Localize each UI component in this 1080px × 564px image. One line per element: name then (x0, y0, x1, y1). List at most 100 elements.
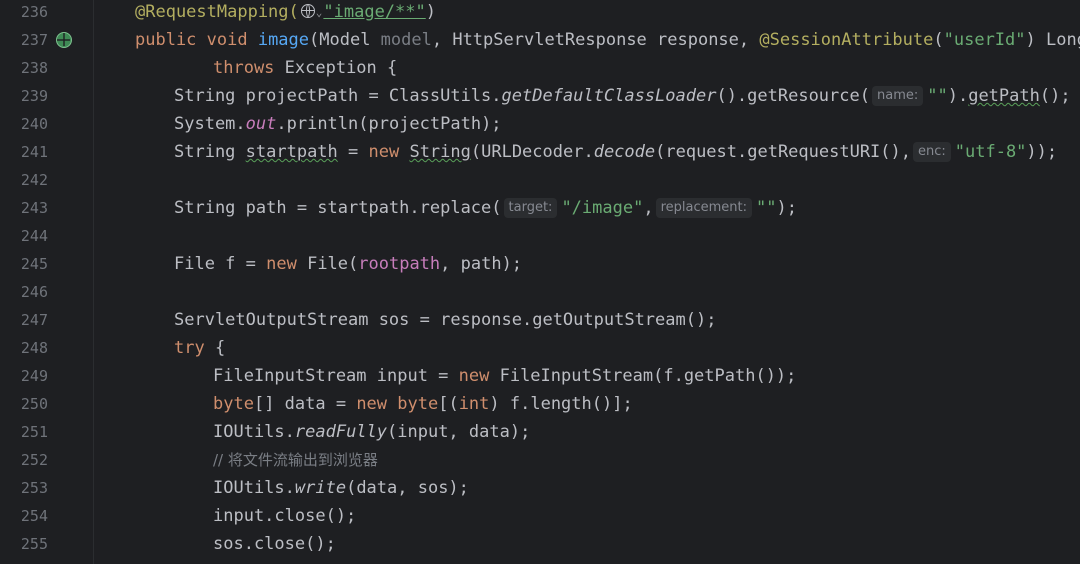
keyword: new (266, 254, 308, 274)
keyword: try (174, 338, 205, 358)
code-token: ) Long (1025, 30, 1080, 50)
keyword: new (368, 142, 410, 162)
code-token: IOUtils. (213, 422, 295, 442)
line-number: 246 (20, 283, 48, 301)
code-token: [] data = (253, 394, 357, 414)
static-method: write (294, 478, 347, 498)
globe-icon[interactable] (300, 4, 315, 18)
line-number: 254 (20, 507, 48, 525)
code-token: ServletOutputStream sos = response.getOu… (174, 310, 717, 330)
static-method: getDefaultClassLoader (501, 86, 717, 106)
line-number: 252 (20, 451, 48, 469)
code-line-252: // 将文件流输出到浏览器 (213, 446, 378, 474)
line-number: 242 (20, 171, 48, 189)
warning-token: startpath (245, 142, 338, 162)
line-number: 249 (20, 367, 48, 385)
code-token: File( (307, 254, 359, 274)
annotation: @SessionAttribute (759, 30, 934, 50)
line-number: 238 (20, 59, 48, 77)
code-comment: // 将文件流输出到浏览器 (213, 451, 378, 469)
line-number: 253 (20, 479, 48, 497)
code-token: [( (438, 394, 459, 414)
keyword: public void (135, 30, 258, 50)
line-number: 237 (20, 31, 48, 49)
code-token: Exception { (274, 58, 398, 78)
chevron-down-icon[interactable]: ⌄ (316, 6, 323, 19)
string-literal: "" (927, 86, 948, 106)
code-line-250: byte[] data = new byte[(int) f.length()]… (213, 390, 633, 418)
code-editor[interactable]: 236 237 238 239 240 241 242 243 244 245 … (0, 0, 1080, 564)
code-line-237: public void image(Model model, HttpServl… (135, 26, 1080, 54)
line-number: 247 (20, 311, 48, 329)
line-number: 255 (20, 535, 48, 553)
code-line-255: sos.close(); (213, 530, 336, 558)
string-literal: "/image" (561, 198, 644, 218)
code-token: FileInputStream input = (213, 366, 459, 386)
code-token: ( (933, 30, 944, 50)
code-token: sos.close(); (213, 534, 336, 554)
line-number: 244 (20, 227, 48, 245)
code-token: String path = startpath.replace( (174, 198, 502, 218)
parameter-hint: name: (871, 86, 924, 106)
code-line-249: FileInputStream input = new FileInputStr… (213, 362, 796, 390)
string-literal[interactable]: "image/**" (323, 2, 425, 22)
code-token: String (174, 142, 246, 162)
warning-token: String (409, 142, 471, 162)
code-token: IOUtils. (213, 478, 295, 498)
string-literal: "utf-8" (954, 142, 1027, 162)
method-name: image (257, 30, 310, 50)
annotation: @RequestMapping( (135, 2, 299, 22)
code-line-251: IOUtils.readFully(input, data); (213, 418, 530, 446)
code-token: (input, data); (387, 422, 531, 442)
code-line-238: throws Exception { (213, 54, 397, 82)
code-token: , path); (440, 254, 523, 274)
keyword: int (458, 394, 490, 414)
static-method: readFully (294, 422, 388, 442)
keyword: new (458, 366, 500, 386)
line-number: 251 (20, 423, 48, 441)
code-token: input.close(); (213, 506, 357, 526)
code-token: System. (174, 114, 246, 134)
keyword: new byte (356, 394, 439, 414)
unused-param: model (380, 30, 432, 50)
code-line-243: String path = startpath.replace(target: "… (174, 194, 797, 222)
parameter-hint: replacement: (655, 198, 752, 218)
string-literal: "" (756, 198, 777, 218)
static-field: out (245, 114, 277, 134)
code-token: (URLDecoder. (470, 142, 594, 162)
web-endpoint-icon[interactable] (56, 32, 72, 48)
code-token: (request.getRequestURI(), (655, 142, 911, 162)
keyword: byte (213, 394, 254, 414)
code-token: , HttpServletResponse response, (431, 30, 760, 50)
code-line-248: try { (174, 334, 225, 362)
field-reference: rootpath (358, 254, 441, 274)
code-line-245: File f = new File(rootpath, path); (174, 250, 522, 278)
line-number: 236 (20, 3, 48, 21)
line-number: 250 (20, 395, 48, 413)
code-token: (); (1039, 86, 1071, 106)
line-number-gutter: 236 237 238 239 240 241 242 243 244 245 … (0, 0, 94, 564)
code-area[interactable]: @RequestMapping(⌄"image/**") public void… (96, 0, 1080, 564)
code-token: FileInputStream(f.getPath()); (499, 366, 797, 386)
code-token: ). (947, 86, 969, 106)
code-token: , (643, 198, 654, 218)
code-token: ); (776, 198, 797, 218)
line-number: 240 (20, 115, 48, 133)
code-token: )); (1026, 142, 1058, 162)
code-line-253: IOUtils.write(data, sos); (213, 474, 469, 502)
warning-token: getPath (968, 86, 1040, 106)
code-line-240: System.out.println(projectPath); (174, 110, 502, 138)
line-number: 248 (20, 339, 48, 357)
code-line-239: String projectPath = ClassUtils.getDefau… (174, 82, 1071, 110)
parameter-hint: enc: (913, 142, 951, 162)
parameter-hint: target: (503, 198, 558, 218)
line-number: 241 (20, 143, 48, 161)
code-token: ) f.length()]; (489, 394, 633, 414)
code-line-254: input.close(); (213, 502, 356, 530)
code-token: = (337, 142, 369, 162)
code-token: .println(projectPath); (276, 114, 502, 134)
keyword: throws (213, 58, 275, 78)
code-token: (data, sos); (346, 478, 469, 498)
line-number: 243 (20, 199, 48, 217)
code-token: (Model (309, 30, 381, 50)
